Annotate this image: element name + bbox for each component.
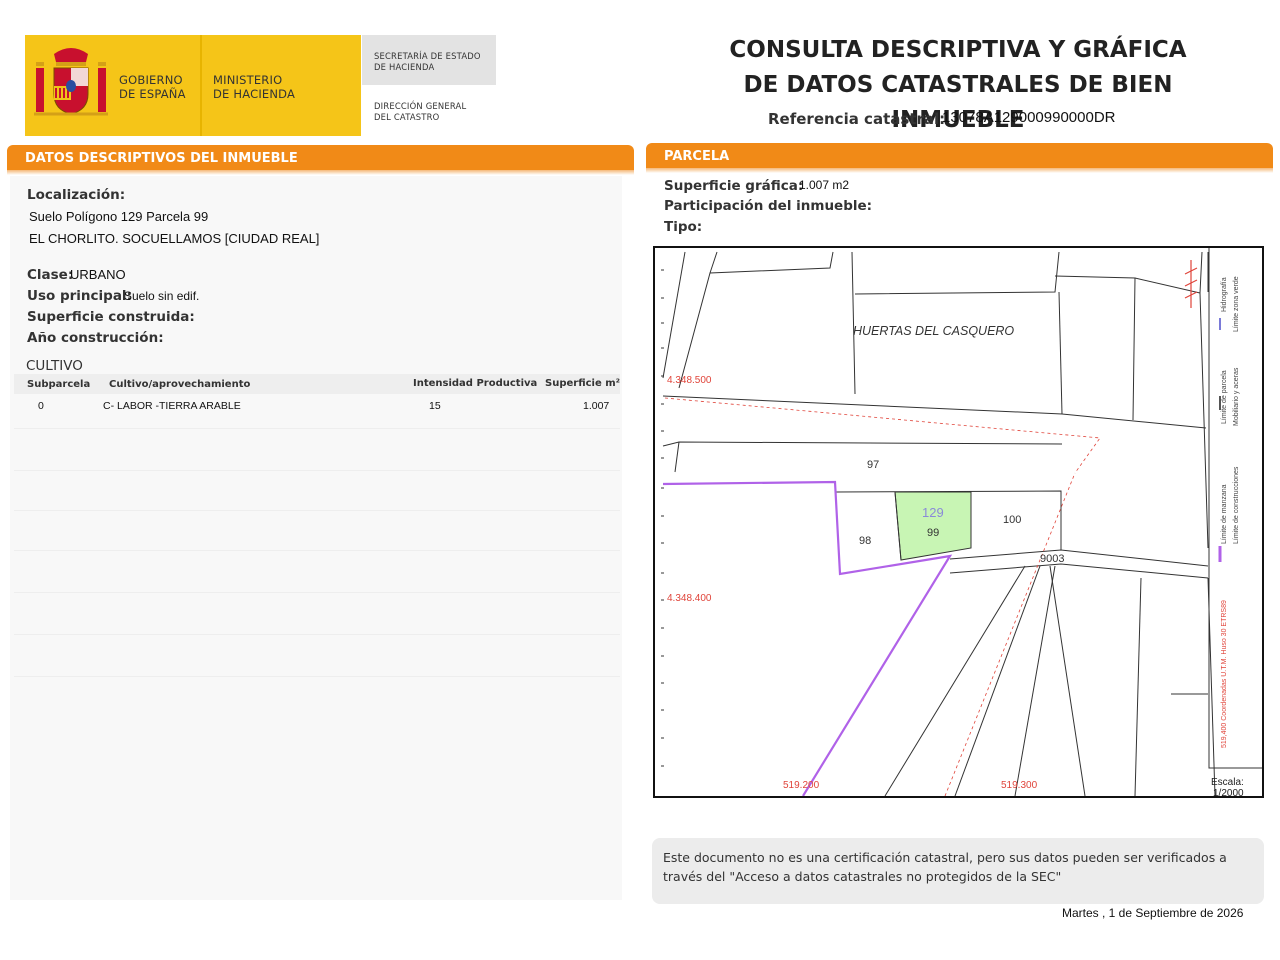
parcel-label-97: 97 — [867, 459, 880, 471]
legend-coordinates: 519,400 Coordenadas U.T.M. Huso 30 ETRS8… — [1221, 600, 1228, 748]
cultivo-title: CULTIVO — [26, 358, 83, 374]
col-subparcela: Subparcela — [27, 379, 91, 390]
ref-catastral-value: 13078A129000990000DR — [942, 109, 1116, 126]
superficie-construida-label: Superficie construida: — [27, 309, 195, 325]
dashed-boundary — [664, 397, 1101, 796]
datos-descriptivos-header: DATOS DESCRIPTIVOS DEL INMUEBLE — [7, 145, 634, 175]
parcel-99-highlight — [894, 491, 972, 561]
superficie-grafica-value: 1.007 m2 — [799, 178, 850, 192]
uso-principal-value: Suelo sin edif. — [124, 289, 200, 303]
legend-limite-construcciones: Límite de construcciones — [1233, 466, 1240, 544]
legend-limite-manzana: Límite de manzana — [1221, 484, 1228, 544]
north-arrow-icon — [1184, 260, 1198, 308]
legend-limite-parcela: Límite de parcela — [1221, 370, 1228, 424]
scale-value: 1/2000 — [1213, 788, 1244, 799]
localizacion-line1: Suelo Polígono 129 Parcela 99 — [29, 209, 209, 224]
direccion-label: DIRECCIÓN GENERAL DEL CATASTRO — [374, 101, 467, 122]
cell-intensidad: 15 — [429, 400, 441, 412]
coord-y-bottom: 4.348.400 — [667, 593, 712, 604]
col-cultivo: Cultivo/aprovechamiento — [109, 379, 251, 390]
row-divider — [14, 676, 620, 677]
col-superficie: Superficie m² — [545, 378, 621, 389]
legend-limite-zona-verde: Límite zona verde — [1233, 276, 1240, 332]
clase-label: Clase: — [27, 267, 74, 283]
ref-catastral-label: Referencia catastral: — [768, 110, 946, 128]
coord-x-left: 519.200 — [783, 780, 820, 791]
row-divider — [14, 592, 620, 593]
secretaria-label: SECRETARÍA DE ESTADO DE HACIENDA — [374, 51, 481, 72]
cell-cultivo: C- LABOR -TIERRA ARABLE — [103, 400, 241, 412]
parcela-header: PARCELA — [646, 143, 1273, 173]
row-divider — [14, 510, 620, 511]
logo-divider — [200, 35, 202, 136]
area-label: HUERTAS DEL CASQUERO — [853, 324, 1015, 338]
row-divider — [14, 470, 620, 471]
coord-y-top: 4.348.500 — [667, 375, 712, 386]
legend-hidrografia: Hidrografía — [1221, 277, 1228, 312]
gobierno-label: GOBIERNO DE ESPAÑA — [119, 73, 186, 101]
col-intensidad: Intensidad Productiva — [413, 378, 538, 389]
disclaimer-text: Este documento no es una certificación c… — [663, 850, 1227, 884]
localizacion-label: Localización: — [27, 187, 126, 203]
cadastral-map: HUERTAS DEL CASQUERO 97 98 100 9003 129 … — [653, 246, 1264, 799]
anio-construccion-label: Año construcción: — [27, 330, 164, 346]
cell-subparcela: 0 — [38, 400, 44, 412]
coat-of-arms-icon — [34, 48, 108, 116]
parcel-label-99: 99 — [927, 527, 940, 539]
localizacion-line2: EL CHORLITO. SOCUELLAMOS [CIUDAD REAL] — [29, 231, 320, 246]
axis-ticks — [661, 269, 664, 767]
coord-x-right: 519.300 — [1001, 780, 1038, 791]
cell-superficie: 1.007 — [583, 400, 610, 412]
polygon-label-129: 129 — [922, 505, 944, 520]
scale-label: Escala: — [1211, 777, 1244, 788]
clase-value: URBANO — [70, 267, 126, 282]
tipo-label: Tipo: — [664, 219, 703, 235]
row-divider — [14, 428, 620, 429]
parcel-label-9003: 9003 — [1040, 553, 1065, 565]
superficie-grafica-label: Superficie gráfica: — [664, 178, 804, 194]
disclaimer-box: Este documento no es una certificación c… — [652, 838, 1264, 904]
ministerio-label: MINISTERIO DE HACIENDA — [213, 73, 296, 101]
parcel-label-100: 100 — [1003, 514, 1022, 526]
participacion-label: Participación del inmueble: — [664, 198, 873, 214]
document-date: Martes , 1 de Septiembre de 2026 — [1062, 906, 1244, 920]
row-divider — [14, 550, 620, 551]
parcel-label-98: 98 — [859, 535, 872, 547]
legend-mobiliario: Mobiliario y aceras — [1233, 367, 1240, 426]
table-row: 0 C- LABOR -TIERRA ARABLE 15 1.007 — [14, 394, 620, 418]
uso-principal-label: Uso principal: — [27, 288, 132, 304]
datos-descriptivos-panel — [10, 176, 622, 900]
row-divider — [14, 634, 620, 635]
